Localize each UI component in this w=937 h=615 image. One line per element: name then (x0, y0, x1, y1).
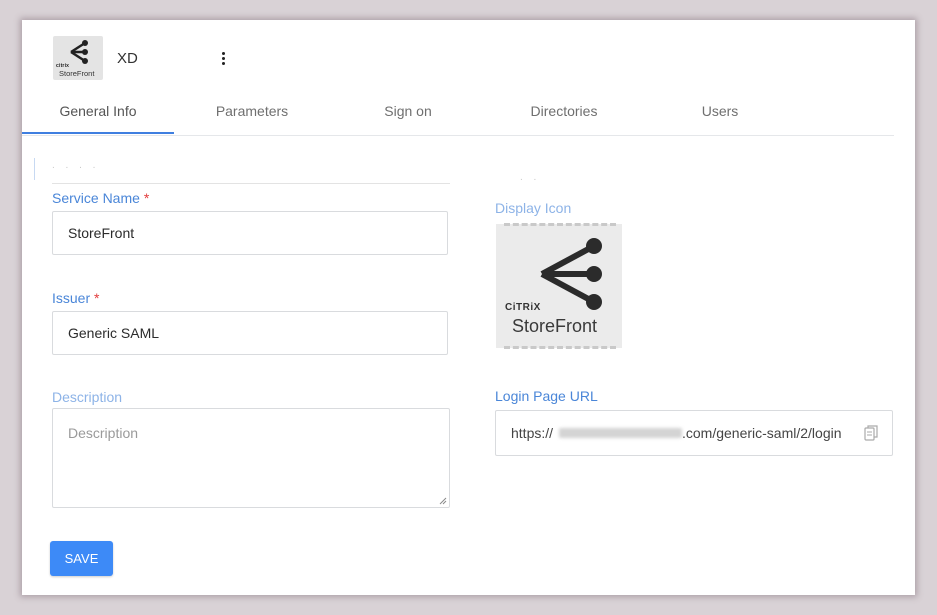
clipped-text-hint: . . . . (52, 160, 100, 171)
save-button[interactable]: SAVE (50, 541, 113, 576)
url-prefix: https:// (511, 425, 554, 441)
clipped-field-edge (52, 183, 450, 184)
redacted-domain (559, 428, 682, 438)
display-icon-brand: CiTRiX (505, 302, 541, 313)
required-marker: * (94, 290, 100, 306)
service-name-label: Service Name * (52, 190, 150, 206)
tab-sign-on[interactable]: Sign on (332, 90, 484, 134)
description-textarea[interactable]: Description (52, 408, 450, 508)
tab-users[interactable]: Users (644, 90, 796, 134)
required-marker: * (143, 190, 150, 206)
tab-directories[interactable]: Directories (488, 90, 640, 134)
more-options-icon[interactable] (216, 52, 230, 70)
copy-icon[interactable] (864, 425, 878, 441)
url-suffix: .com/generic-saml/2/login (682, 425, 842, 441)
dashed-border (504, 223, 616, 226)
app-logo: citrix StoreFront (53, 36, 103, 80)
display-icon-image[interactable]: CiTRiX StoreFront (496, 223, 622, 349)
login-url-label: Login Page URL (495, 388, 598, 404)
tab-general-info[interactable]: General Info (22, 90, 174, 134)
display-icon-label: Display Icon (495, 200, 572, 216)
issuer-input[interactable]: Generic SAML (52, 311, 448, 355)
scroll-indicator (34, 158, 35, 180)
login-url-field[interactable]: https:// .com/generic-saml/2/login (495, 410, 893, 456)
share-nodes-icon (70, 40, 88, 64)
dashed-border (504, 346, 616, 349)
tab-bar: General Info Parameters Sign on Director… (22, 90, 894, 136)
app-window: citrix StoreFront XD General Info Parame… (22, 20, 915, 595)
app-header: citrix StoreFront XD (22, 20, 915, 90)
logo-product: StoreFront (59, 69, 95, 78)
clipped-text-hint: . . (520, 172, 541, 183)
service-name-input[interactable]: StoreFront (52, 211, 448, 255)
issuer-label: Issuer * (52, 290, 100, 306)
description-label: Description (52, 389, 123, 405)
app-name: XD (117, 50, 138, 67)
share-nodes-icon (540, 238, 602, 310)
display-icon-product: StoreFront (512, 316, 598, 336)
tab-parameters[interactable]: Parameters (176, 90, 328, 134)
resize-grip-icon[interactable] (439, 497, 447, 505)
description-placeholder: Description (68, 425, 139, 441)
